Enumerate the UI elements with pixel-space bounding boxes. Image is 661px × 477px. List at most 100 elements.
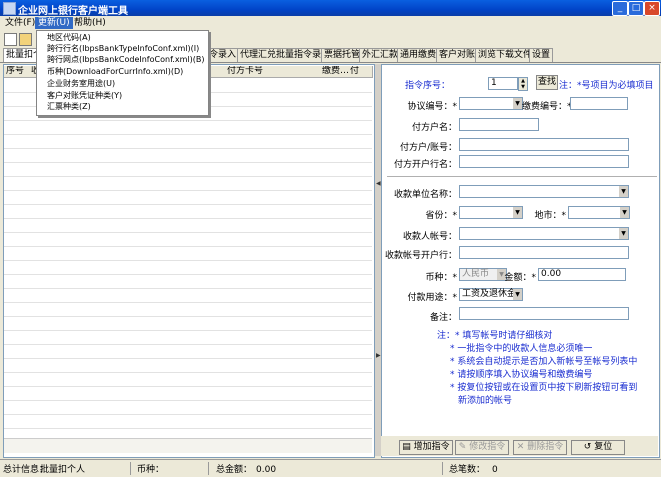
status-total-value: 批量扣个人 bbox=[40, 465, 86, 475]
menu-item-region-code[interactable]: 地区代码(A) bbox=[47, 33, 91, 43]
province-label: 省份：* bbox=[425, 211, 457, 221]
seq-label: 指令序号： bbox=[404, 81, 450, 91]
grid-line bbox=[4, 134, 372, 135]
chevron-down-icon: ▼ bbox=[619, 228, 628, 239]
payee-account-select[interactable]: ▼ bbox=[459, 227, 629, 240]
remark-input[interactable] bbox=[459, 307, 629, 320]
grid-line bbox=[4, 344, 372, 345]
grid-line bbox=[4, 218, 372, 219]
menu-item-bank-code[interactable]: 跨行网点(IbpsBankCodeInfoConf.xml)(B) bbox=[47, 55, 204, 65]
delete-instruction-button[interactable]: ✕ 删除指令 bbox=[513, 440, 567, 455]
agreement-label: 协议编号：* bbox=[407, 102, 457, 112]
payer-bank-input[interactable] bbox=[459, 155, 629, 168]
col-fee[interactable]: 缴费… bbox=[320, 66, 349, 78]
menu-help[interactable]: 帮助(H) bbox=[71, 17, 109, 29]
status-amount-value: 0.00 bbox=[256, 465, 277, 475]
payer-account-input[interactable] bbox=[459, 138, 629, 151]
menu-item-bank-type[interactable]: 跨行行名(IbpsBankTypeInfoConf.xml)(I) bbox=[47, 44, 199, 54]
tab-forex-remit[interactable]: 外汇汇款 bbox=[359, 48, 402, 62]
menu-item-draft-type[interactable]: 汇票种类(Z) bbox=[47, 102, 91, 112]
status-count-label: 总笔数： bbox=[449, 465, 486, 475]
minimize-button[interactable]: _ bbox=[612, 1, 628, 16]
tab-bill-custody[interactable]: 票据托管 bbox=[321, 48, 364, 62]
grid-line bbox=[4, 260, 372, 261]
grid-line bbox=[4, 372, 372, 373]
purpose-select[interactable]: 工资及退休金 ▼ bbox=[459, 288, 523, 301]
status-amount-label: 总金额： bbox=[216, 465, 253, 475]
payer-bank-label: 付方开户行名： bbox=[393, 160, 457, 170]
delete-instruction-label: 删除指令 bbox=[527, 442, 564, 452]
amount-input[interactable]: 0.00 bbox=[538, 268, 626, 281]
add-instruction-button[interactable]: ▤ 增加指令 bbox=[399, 440, 453, 455]
status-count-value: 0 bbox=[492, 465, 498, 475]
grid-line bbox=[4, 176, 372, 177]
find-button[interactable]: 查找 bbox=[536, 75, 558, 90]
grid-line bbox=[4, 162, 372, 163]
menu-file[interactable]: 文件(F) bbox=[2, 17, 38, 29]
grid-line bbox=[4, 246, 372, 247]
currency-select[interactable]: 人民币 ▼ bbox=[459, 268, 507, 281]
notes-line-5: * 按复位按钮或在设置页中按下刷新按钮可看到 bbox=[450, 383, 638, 393]
grid-line bbox=[4, 302, 372, 303]
menu-item-currency[interactable]: 币种(DownloadForCurrInfo.xml)(D) bbox=[47, 67, 183, 77]
payee-unit-select[interactable]: ▼ bbox=[459, 185, 629, 198]
status-divider bbox=[442, 462, 443, 475]
city-select[interactable]: ▼ bbox=[568, 206, 630, 219]
notes-line-3: * 系统会自动提示是否加入新帐号至帐号列表中 bbox=[450, 357, 638, 367]
fee-no-input[interactable] bbox=[570, 97, 628, 110]
col-card[interactable]: 付方卡号 bbox=[207, 66, 338, 78]
app-icon bbox=[3, 2, 16, 15]
grid-line bbox=[4, 232, 372, 233]
grid-line bbox=[4, 288, 372, 289]
agreement-select[interactable]: ▼ bbox=[459, 97, 523, 110]
notes-line-1: 注：* 填写帐号时请仔细核对 bbox=[437, 331, 553, 341]
grid-line bbox=[4, 428, 372, 429]
notes-line-4: * 请按顺序填入协议编号和缴费编号 bbox=[450, 370, 593, 380]
reset-label: 复位 bbox=[594, 442, 613, 452]
tab-reconciliation[interactable]: 客户对账 bbox=[436, 48, 479, 62]
seq-spinner-icon[interactable]: ▲ ▼ bbox=[518, 77, 528, 91]
grid-line bbox=[4, 148, 372, 149]
open-folder-icon[interactable] bbox=[19, 33, 32, 46]
tab-settings[interactable]: 设置 bbox=[529, 48, 554, 62]
payee-unit-label: 收款单位名称： bbox=[393, 190, 457, 200]
grid-line bbox=[4, 414, 372, 415]
purpose-label: 付款用途：* bbox=[407, 293, 457, 303]
chevron-down-icon: ▼ bbox=[620, 207, 629, 218]
col-seq[interactable]: 序号 bbox=[4, 66, 31, 78]
tab-general-payment[interactable]: 通用缴费 bbox=[397, 48, 440, 62]
status-currency-label: 币种： bbox=[137, 465, 165, 475]
reset-button[interactable]: ↺ 复位 bbox=[571, 440, 625, 455]
modify-instruction-button[interactable]: ✎ 修改指令 bbox=[455, 440, 509, 455]
col-d[interactable]: 付 bbox=[348, 66, 373, 78]
purpose-value: 工资及退休金 bbox=[462, 289, 517, 299]
modify-instruction-label: 修改指令 bbox=[469, 442, 506, 452]
add-icon: ▤ bbox=[402, 442, 414, 452]
menu-item-voucher-type[interactable]: 客户对账凭证种类(Y) bbox=[47, 91, 122, 101]
menu-item-finance-purpose[interactable]: 企业财务室用途(U) bbox=[47, 79, 115, 89]
tab-browse-downloads[interactable]: 浏览下载文件 bbox=[475, 48, 536, 62]
chevron-down-icon: ▼ bbox=[513, 207, 522, 218]
payer-account-label: 付方户/账号： bbox=[399, 143, 457, 153]
seq-input[interactable]: 1 bbox=[488, 77, 518, 90]
notes-line-2: * 一批指令中的收款人信息必须唯一 bbox=[450, 344, 593, 354]
delete-icon: ✕ bbox=[516, 442, 528, 452]
payer-name-input[interactable] bbox=[459, 118, 539, 131]
new-file-icon[interactable] bbox=[4, 33, 17, 46]
close-button[interactable]: × bbox=[644, 1, 660, 16]
maximize-button[interactable]: □ bbox=[628, 1, 644, 16]
notes-line-6: 新添加的帐号 bbox=[458, 396, 513, 406]
grid-line bbox=[4, 316, 372, 317]
expand-right-icon[interactable]: ▶ bbox=[376, 352, 381, 359]
menu-update[interactable]: 更新(U) bbox=[35, 17, 73, 29]
instruction-grid[interactable] bbox=[3, 64, 375, 458]
tab-agent-remit[interactable]: 代理汇兑批量指令录入 bbox=[237, 48, 334, 62]
province-select[interactable]: ▼ bbox=[459, 206, 523, 219]
tab-instruction-entry[interactable]: 令录入 bbox=[206, 48, 240, 62]
expand-left-icon[interactable]: ◀ bbox=[376, 180, 381, 187]
grid-horizontal-scrollbar[interactable] bbox=[4, 438, 372, 453]
grid-line bbox=[4, 386, 372, 387]
chevron-down-icon: ▼ bbox=[513, 289, 522, 300]
payee-bank-input[interactable] bbox=[459, 246, 629, 259]
remark-label: 备注： bbox=[429, 313, 457, 323]
